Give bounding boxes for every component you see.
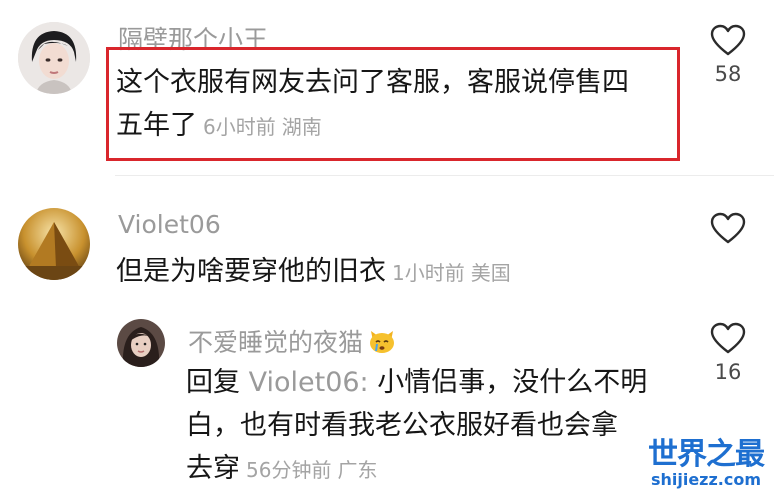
like-button[interactable]: 58 [708, 24, 748, 86]
reply-time: 56分钟前 [246, 458, 332, 482]
golden-pyramid-avatar-icon [18, 208, 90, 280]
reply-text-line3: 去穿 [186, 453, 240, 484]
like-count: 58 [714, 62, 742, 86]
heart-icon [710, 24, 746, 56]
woman-portrait-avatar-icon [18, 22, 90, 94]
divider [115, 175, 774, 176]
like-button[interactable]: 16 [708, 322, 748, 384]
avatar[interactable] [117, 319, 165, 367]
username[interactable]: 不爱睡觉的夜猫 [188, 323, 397, 361]
comment-text-line1: 但是为啥要穿他的旧衣 [116, 256, 386, 287]
reply-username: 不爱睡觉的夜猫 [188, 328, 364, 357]
avatar[interactable] [18, 208, 90, 280]
reply-location: 广东 [337, 458, 378, 482]
comment-time: 1小时前 [392, 261, 465, 285]
heart-icon [710, 212, 746, 244]
reply-text-line2: 白，也有时看我老公衣服好看也会拿 [186, 410, 618, 441]
girl-portrait-avatar-icon [117, 319, 165, 367]
watermark-title: 世界之最 [648, 437, 765, 472]
watermark: 世界之最 shijiezz.com [648, 437, 765, 489]
username[interactable]: Violet06 [118, 210, 221, 239]
watermark-url: shijiezz.com [650, 470, 762, 489]
comment-text: 但是为啥要穿他的旧衣 1小时前 美国 [116, 250, 676, 295]
like-button[interactable] [708, 212, 748, 244]
highlight-box [106, 47, 680, 161]
crying-cat-emoji-icon [367, 327, 397, 361]
reply-text: 回复 Violet06: 小情侣事，没什么不明 白，也有时看我老公衣服好看也会拿… [186, 361, 686, 492]
avatar[interactable] [18, 22, 90, 94]
like-count: 16 [714, 360, 742, 384]
reply-to-user[interactable]: Violet06: [249, 367, 369, 398]
comment-location: 美国 [470, 261, 511, 285]
reply-text-line1: 小情侣事，没什么不明 [377, 367, 648, 398]
reply-prefix: 回复 [186, 367, 240, 398]
heart-icon [710, 322, 746, 354]
